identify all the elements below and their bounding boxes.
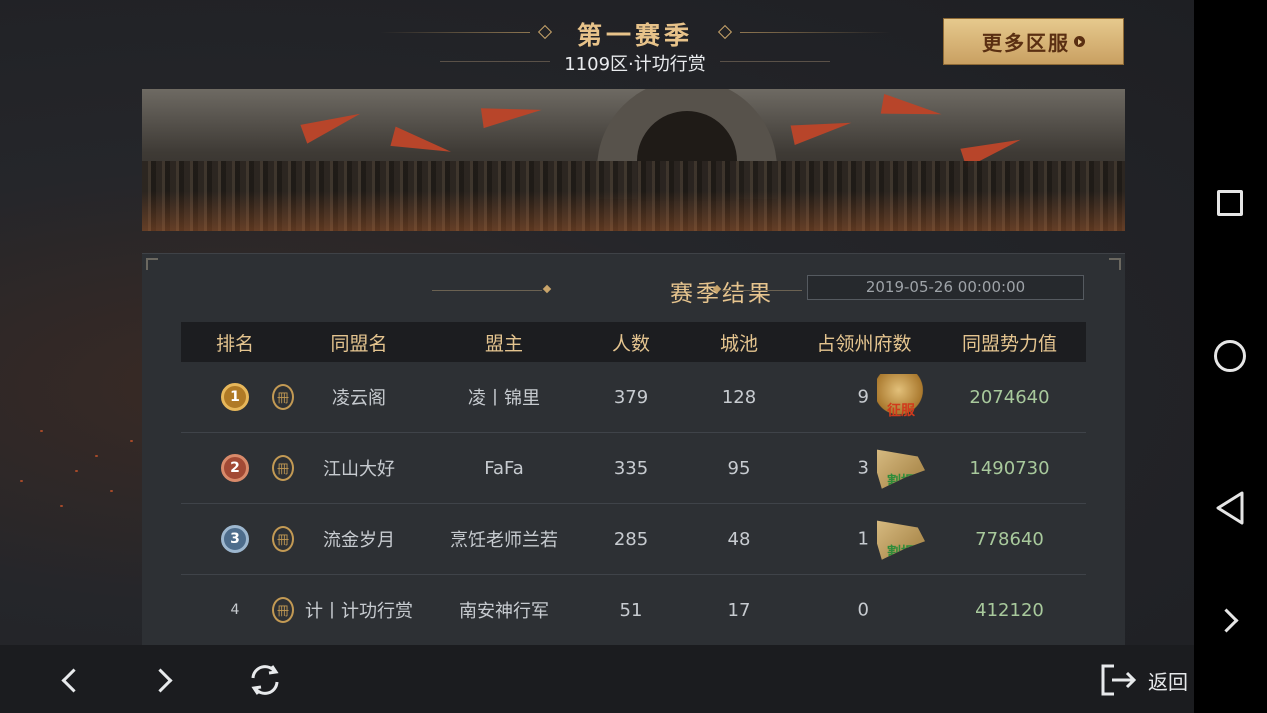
table-row[interactable]: 2 冊 江山大好 FaFa 335 95 3 割据 1490730 bbox=[181, 433, 1086, 504]
rank-medal-bronze-icon: 3 bbox=[221, 525, 249, 553]
season-end-datetime: 2019-05-26 00:00:00 bbox=[807, 275, 1084, 300]
return-button[interactable]: 返回 bbox=[1100, 663, 1188, 697]
back-triangle-icon[interactable] bbox=[1214, 490, 1246, 526]
alliance-name: 流金岁月 bbox=[323, 530, 395, 551]
conquer-badge-icon: 征服 bbox=[877, 374, 925, 420]
column-header-cities: 城池 bbox=[719, 332, 758, 355]
table-row[interactable]: 1 冊 凌云阁 凌丨锦里 379 128 9 征服 2074640 bbox=[181, 362, 1086, 433]
more-servers-button[interactable]: 更多区服 bbox=[943, 18, 1124, 65]
back-chevron-icon[interactable] bbox=[55, 664, 86, 694]
home-icon[interactable] bbox=[1214, 340, 1246, 372]
city-count: 48 bbox=[727, 528, 751, 550]
rank-medal-silver-icon: 2 bbox=[221, 454, 249, 482]
exit-arrow-icon bbox=[1101, 664, 1137, 696]
alliance-power: 1490730 bbox=[969, 457, 1050, 479]
member-count: 335 bbox=[613, 457, 649, 479]
rank-medal-gold-icon: 1 bbox=[221, 383, 249, 411]
column-header-alliance: 同盟名 bbox=[330, 332, 388, 355]
member-count: 51 bbox=[619, 599, 643, 621]
alliance-power: 2074640 bbox=[969, 386, 1050, 408]
alliance-name: 江山大好 bbox=[323, 459, 395, 480]
alliance-leader: 凌丨锦里 bbox=[468, 388, 540, 409]
more-servers-label: 更多区服 bbox=[982, 31, 1070, 55]
season-results-panel: 赛季结果 2019-05-26 00:00:00 排名 同盟名 盟主 人数 城池… bbox=[142, 253, 1125, 646]
table-header: 排名 同盟名 盟主 人数 城池 占领州府数 同盟势力值 bbox=[181, 322, 1086, 362]
recent-apps-icon[interactable] bbox=[1217, 190, 1243, 216]
alliance-power: 412120 bbox=[975, 599, 1044, 621]
separatist-badge-icon: 割据 bbox=[877, 449, 925, 489]
member-count: 285 bbox=[613, 528, 649, 550]
column-header-power: 同盟势力值 bbox=[961, 332, 1057, 355]
table-row[interactable]: 3 冊 流金岁月 烹饪老师兰若 285 48 1 割据 778640 bbox=[181, 504, 1086, 575]
return-label: 返回 bbox=[1148, 669, 1188, 694]
province-count: 3 bbox=[857, 457, 869, 479]
alliance-leader: 南安神行军 bbox=[459, 601, 549, 622]
battle-banner-image bbox=[142, 89, 1125, 231]
rank-number: 4 bbox=[230, 602, 240, 618]
city-count: 17 bbox=[727, 599, 751, 621]
member-count: 379 bbox=[613, 386, 649, 408]
alliance-seal-icon[interactable]: 冊 bbox=[272, 384, 294, 410]
alliance-seal-icon[interactable]: 冊 bbox=[272, 597, 294, 623]
refresh-icon[interactable] bbox=[245, 660, 285, 700]
province-count: 0 bbox=[857, 599, 869, 621]
alliance-power: 778640 bbox=[975, 528, 1044, 550]
server-subtitle: 1109区·计功行赏 bbox=[564, 54, 706, 75]
column-header-rank: 排名 bbox=[215, 332, 254, 355]
province-count: 9 bbox=[857, 386, 869, 408]
table-row[interactable]: 4 冊 计丨计功行赏 南安神行军 51 17 0 412120 bbox=[181, 575, 1086, 645]
column-header-members: 人数 bbox=[611, 332, 650, 355]
arrow-right-icon bbox=[1074, 36, 1085, 47]
alliance-seal-icon[interactable]: 冊 bbox=[272, 455, 294, 481]
column-header-provinces: 占领州府数 bbox=[816, 332, 912, 355]
city-count: 128 bbox=[721, 386, 757, 408]
city-count: 95 bbox=[727, 457, 751, 479]
season-title: 第一赛季 bbox=[576, 21, 693, 50]
province-count: 1 bbox=[857, 528, 869, 550]
season-header: 第一赛季 1109区·计功行赏 bbox=[380, 14, 890, 76]
alliance-leader: FaFa bbox=[484, 457, 524, 479]
alliance-leader: 烹饪老师兰若 bbox=[450, 530, 558, 551]
alliance-seal-icon[interactable]: 冊 bbox=[272, 526, 294, 552]
alliance-name: 凌云阁 bbox=[332, 388, 386, 409]
column-header-leader: 盟主 bbox=[484, 332, 523, 355]
forward-chevron-icon[interactable] bbox=[148, 664, 180, 694]
alliance-name: 计丨计功行赏 bbox=[305, 601, 413, 622]
separatist-badge-icon: 割据 bbox=[877, 520, 925, 560]
